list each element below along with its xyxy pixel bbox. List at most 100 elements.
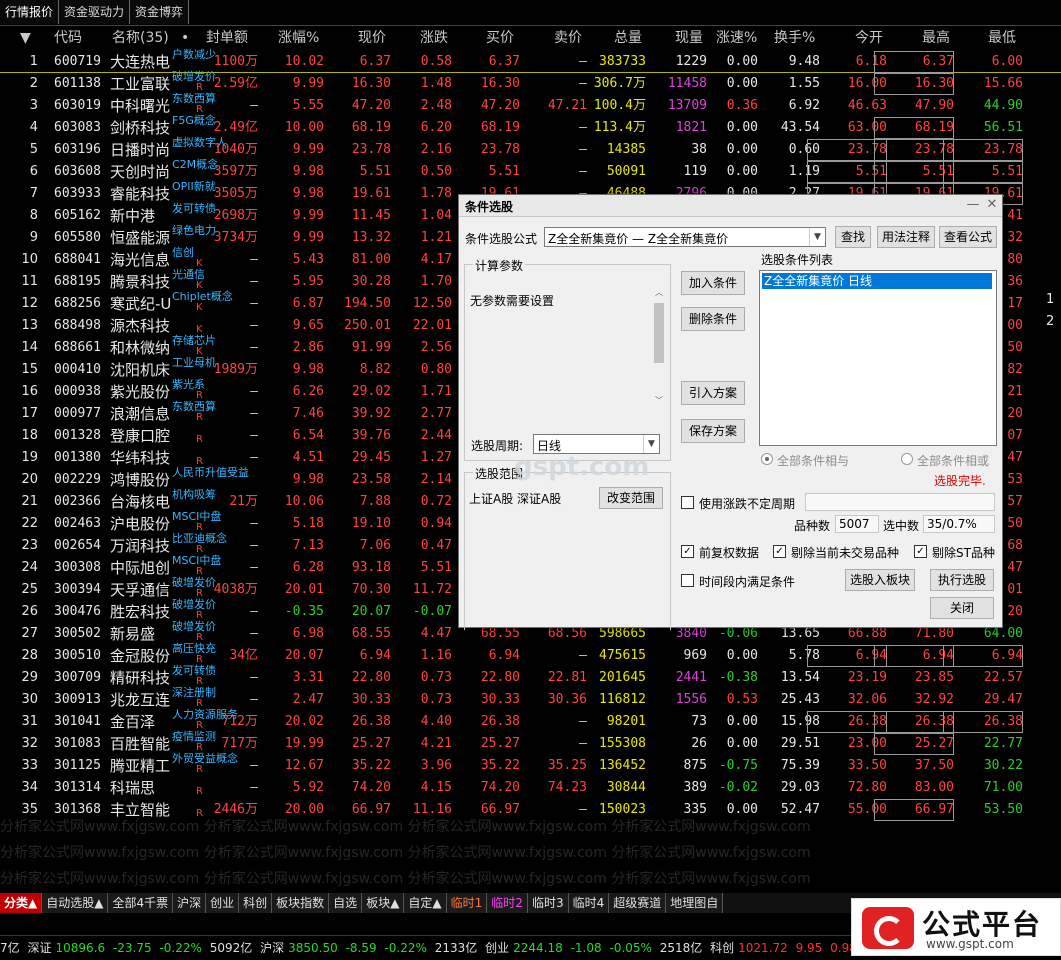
condition-list-item[interactable]: Z全全新集竟价 日线 — [762, 273, 992, 289]
cell-name[interactable]: 剑桥科技 — [110, 117, 170, 139]
sort-arrow-icon[interactable]: ▼ — [20, 26, 31, 50]
cell-name[interactable]: 紫光股份 — [110, 381, 170, 403]
col-open[interactable]: 今开 — [855, 26, 883, 50]
col-code[interactable]: 代码 — [54, 26, 82, 50]
col-name[interactable]: 名称(35) — [112, 26, 169, 50]
tab-category[interactable]: 分类▲ — [0, 893, 43, 913]
cell-name[interactable]: 金百泽 — [110, 711, 155, 733]
cell-name[interactable]: 金冠股份 — [110, 645, 170, 667]
cell-name[interactable]: 新中港 — [110, 205, 155, 227]
tab-geo-map[interactable]: 地理图自 — [666, 893, 724, 913]
tab-fund-game[interactable]: 资金博弈 — [130, 0, 190, 24]
col-price[interactable]: 现价 — [358, 26, 386, 50]
tab-hushen[interactable]: 沪深 — [173, 893, 207, 913]
status-cy-name[interactable]: 创业 — [485, 941, 509, 955]
cell-name[interactable]: 海光信息 — [110, 249, 170, 271]
table-row[interactable]: 3 603019–5.55 47.20 2.48 47.20 47.21 100.4万 137… — [0, 93, 1061, 117]
view-formula-button[interactable]: 查看公式 — [939, 226, 997, 248]
cell-name[interactable]: 兆龙互连 — [110, 689, 170, 711]
chevron-down-icon[interactable]: ▼ — [643, 435, 659, 453]
find-button[interactable]: 查找 — [835, 226, 871, 248]
cell-name[interactable]: 沈阳机床 — [110, 359, 170, 381]
tab-fund-drive[interactable]: 资金驱动力 — [59, 0, 131, 24]
status-sz-name[interactable]: 深证 — [27, 941, 51, 955]
cell-name[interactable]: 中科曙光 — [110, 95, 170, 117]
cell-name[interactable]: 中际旭创 — [110, 557, 170, 579]
cell-name[interactable]: 大连热电 — [110, 51, 170, 73]
table-row[interactable]: 1 600719 1100万 10.02 6.37 0.58 6.37–383733 1229… — [0, 49, 1061, 73]
col-seal[interactable]: 封单额 — [206, 26, 248, 50]
scroll-up-icon[interactable]: ︿ — [651, 287, 667, 298]
radio-or[interactable] — [901, 453, 913, 465]
col-low[interactable]: 最低 — [988, 26, 1016, 50]
tab-temp1[interactable]: 临时1 — [446, 893, 488, 913]
table-row[interactable]: 29 300709–3.31 22.80 0.73 22.80 22.81 201645 24… — [0, 665, 1061, 689]
col-change[interactable]: 涨跌 — [420, 26, 448, 50]
period-select[interactable]: 日线 ▼ — [533, 434, 660, 454]
status-hs-name[interactable]: 沪深 — [260, 941, 284, 955]
scroll-down-icon[interactable]: ﹀ — [651, 395, 667, 406]
tab-all-stocks[interactable]: 全部4千票 — [108, 893, 174, 913]
table-row[interactable]: 32 301083 717万 19.99 25.27 4.21 25.27–155308 26… — [0, 731, 1061, 755]
table-row[interactable]: 33 301125–12.67 35.22 3.96 35.22 35.25 136452 8… — [0, 753, 1061, 777]
cell-name[interactable]: 日播时尚 — [110, 139, 170, 161]
col-cur-volume[interactable]: 现量 — [675, 26, 703, 50]
cell-name[interactable]: 新易盛 — [110, 623, 155, 645]
exclude-untraded-checkbox[interactable]: ✓ — [773, 545, 786, 558]
cell-name[interactable]: 万润科技 — [110, 535, 170, 557]
tab-sector[interactable]: 板块▲ — [362, 893, 405, 913]
table-row[interactable]: 6 603608 3597万 9.98 5.51 0.50 5.51–50091 119 0.0… — [0, 159, 1061, 183]
tab-chinext[interactable]: 创业 — [206, 893, 240, 913]
delete-condition-button[interactable]: 删除条件 — [681, 307, 745, 331]
table-row[interactable]: 31 301041 712万 20.02 26.38 4.40 26.38–98201 73 0… — [0, 709, 1061, 733]
tab-sector-index[interactable]: 板块指数 — [272, 893, 330, 913]
cell-name[interactable]: 和林微纳 — [110, 337, 170, 359]
cell-name[interactable]: 腾亚精工 — [110, 755, 170, 777]
col-bid[interactable]: 买价 — [486, 26, 514, 50]
execute-button[interactable]: 执行选股 — [930, 569, 994, 591]
cell-name[interactable]: 浪潮信息 — [110, 403, 170, 425]
cell-name[interactable]: 华纬科技 — [110, 447, 170, 469]
cell-name[interactable]: 寒武纪-U — [110, 293, 171, 315]
minimize-icon[interactable]: — — [964, 196, 982, 214]
chevron-down-icon[interactable]: ▼ — [809, 228, 825, 246]
close-button[interactable]: 关闭 — [930, 597, 994, 619]
uncertain-period-checkbox[interactable] — [681, 496, 694, 509]
change-range-button[interactable]: 改变范围 — [599, 487, 663, 509]
dialog-title-bar[interactable]: 条件选股 — ✕ — [459, 195, 1002, 217]
cell-name[interactable]: 天孚通信 — [110, 579, 170, 601]
col-high[interactable]: 最高 — [922, 26, 950, 50]
tab-quotes[interactable]: 行情报价 — [0, 0, 60, 24]
save-plan-button[interactable]: 保存方案 — [681, 419, 745, 443]
cell-name[interactable]: 源杰科技 — [110, 315, 170, 337]
table-row[interactable]: 28 300510 34亿 20.07 6.94 1.16 6.94–475615 969 0.… — [0, 643, 1061, 667]
table-row[interactable]: 5 603196 1040万 9.99 23.78 2.16 23.78–14385 38 0.… — [0, 137, 1061, 161]
cell-name[interactable]: 鸿博股份 — [110, 469, 170, 491]
table-row[interactable]: 2 601138 2.59亿 9.99 16.30 1.48 16.30–306.7万 114… — [0, 71, 1061, 95]
timespan-checkbox[interactable] — [681, 574, 694, 587]
usage-notes-button[interactable]: 用法注释 — [877, 226, 935, 248]
add-condition-button[interactable]: 加入条件 — [681, 271, 745, 295]
col-turnover[interactable]: 换手% — [774, 26, 815, 50]
cell-name[interactable]: 恒盛能源 — [110, 227, 170, 249]
exclude-st-checkbox[interactable]: ✓ — [914, 545, 927, 558]
tab-temp4[interactable]: 临时4 — [568, 893, 610, 913]
formula-select[interactable]: Z全全新集竟价 — Z全全新集竟价 ▼ — [544, 227, 826, 247]
table-row[interactable]: 30 300913–2.47 30.33 0.73 30.33 30.36 116812 15… — [0, 687, 1061, 711]
prerestore-checkbox[interactable]: ✓ — [681, 545, 694, 558]
col-pct[interactable]: 涨幅% — [278, 26, 319, 50]
cell-name[interactable]: 沪电股份 — [110, 513, 170, 535]
cell-name[interactable]: 百胜智能 — [110, 733, 170, 755]
col-ask[interactable]: 卖价 — [554, 26, 582, 50]
col-volume[interactable]: 总量 — [614, 26, 642, 50]
status-kc-name[interactable]: 科创 — [710, 941, 734, 955]
cell-name[interactable]: 精研科技 — [110, 667, 170, 689]
radio-and[interactable] — [761, 453, 773, 465]
scroll-thumb[interactable] — [654, 303, 664, 363]
cell-name[interactable]: 工业富联 — [110, 73, 170, 95]
col-speed[interactable]: 涨速% — [716, 26, 757, 50]
cell-name[interactable]: 睿能科技 — [110, 183, 170, 205]
cell-name[interactable]: 胜宏科技 — [110, 601, 170, 623]
tab-temp3[interactable]: 临时3 — [527, 893, 569, 913]
import-plan-button[interactable]: 引入方案 — [681, 381, 745, 405]
